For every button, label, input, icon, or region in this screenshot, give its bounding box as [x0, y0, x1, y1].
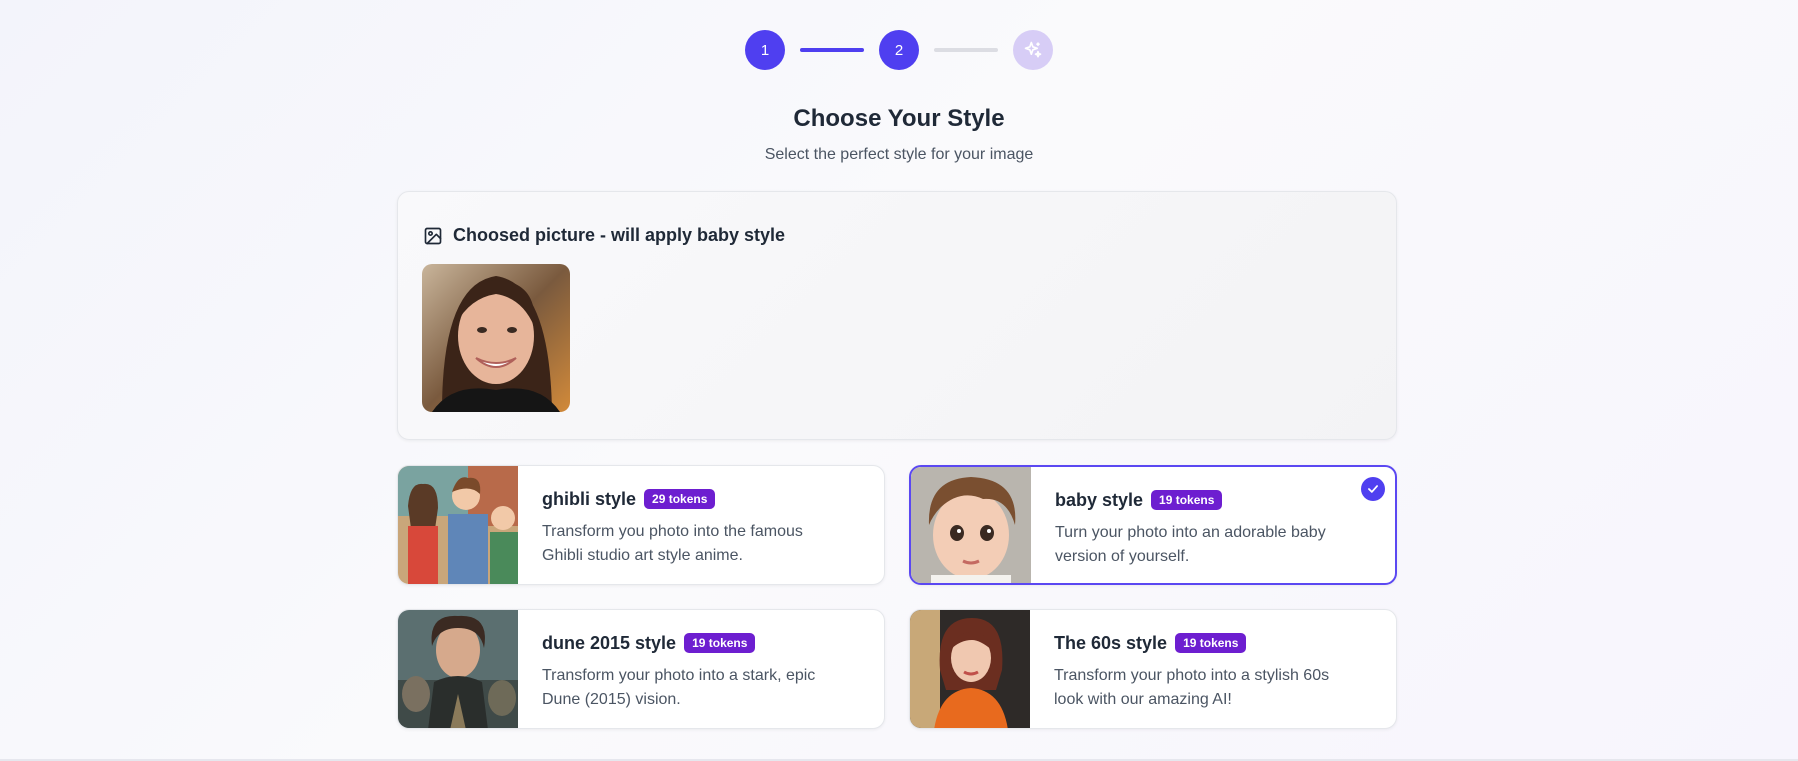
step-3 [1013, 30, 1053, 70]
chosen-picture-panel: Choosed picture - will apply baby style [397, 191, 1397, 440]
style-name: dune 2015 style [542, 632, 677, 653]
sixties-thumbnail [910, 610, 1030, 728]
step-connector-1 [800, 48, 864, 52]
selected-check-icon [1361, 477, 1385, 501]
style-name: baby style [1055, 489, 1144, 510]
sparkle-icon [1024, 41, 1042, 58]
page-subtitle: Select the perfect style for your image [764, 146, 1034, 163]
chosen-picture-thumbnail[interactable] [422, 264, 570, 412]
style-card-dune[interactable]: dune 2015 style 19 tokens Transform your… [397, 609, 885, 729]
step-connector-2 [934, 48, 998, 52]
dune-thumbnail [398, 610, 518, 728]
style-card-baby[interactable]: baby style 19 tokens Turn your photo int… [909, 465, 1397, 585]
step-1[interactable]: 1 [745, 30, 785, 70]
image-icon [424, 227, 442, 244]
token-badge: 19 tokens [1175, 633, 1247, 653]
style-description: Turn your photo into an adorable baby ve… [1055, 524, 1326, 565]
style-card-60s[interactable]: The 60s style 19 tokens Transform your p… [909, 609, 1397, 729]
step-2[interactable]: 2 [879, 30, 919, 70]
style-name: The 60s style [1054, 632, 1168, 653]
style-name: ghibli style [542, 488, 637, 509]
style-card-ghibli[interactable]: ghibli style 29 tokens Transform you pho… [397, 465, 885, 585]
style-description: Transform your photo into a stark, epic … [542, 667, 816, 708]
style-description: Transform you photo into the famous Ghib… [542, 523, 803, 564]
baby-thumbnail [911, 467, 1031, 583]
progress-stepper: 1 2 [0, 30, 1798, 70]
style-description: Transform your photo into a stylish 60s … [1054, 667, 1330, 708]
token-badge: 19 tokens [684, 633, 756, 653]
token-badge: 29 tokens [644, 489, 716, 509]
page-title: Choose Your Style [793, 105, 1005, 132]
chosen-picture-header: Choosed picture - will apply baby style [423, 225, 785, 246]
token-badge: 19 tokens [1151, 490, 1223, 510]
ghibli-thumbnail [398, 466, 518, 584]
chosen-picture-label: Choosed picture - will apply baby style [453, 225, 786, 245]
